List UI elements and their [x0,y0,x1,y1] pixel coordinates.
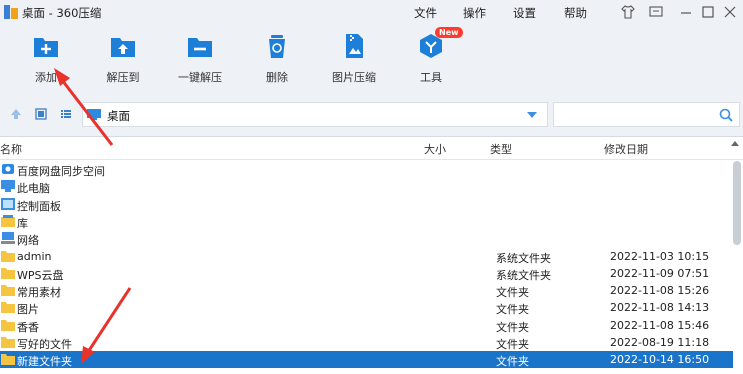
column-name[interactable]: 名称 [0,141,22,157]
menu-file[interactable]: 文件 [414,5,437,21]
file-name: 新建文件夹 [17,355,72,369]
folder-icon [1,250,15,262]
scrollbar-thumb[interactable] [733,161,741,245]
file-name: WPS云盘 [17,268,64,282]
file-row[interactable]: 库 [0,213,733,230]
file-type: 文件夹 [496,303,529,317]
folder-icon [1,267,15,279]
file-name: 此电脑 [17,182,50,196]
skin-shirt-icon[interactable] [620,4,636,20]
window-title: 桌面 - 360压缩 [22,6,102,20]
file-row[interactable]: 百度网盘同步空间 [0,161,733,178]
trash-icon [269,35,285,58]
file-name: 百度网盘同步空间 [17,165,105,178]
file-modified: 2022-08-19 11:18 [610,336,710,349]
search-icon[interactable] [719,108,733,122]
baidu-sync-icon [2,164,14,174]
file-type: 文件夹 [496,338,529,351]
file-row[interactable]: WPS云盘 系统文件夹 2022-11-09 07:51 [0,265,733,282]
path-combobox[interactable]: 桌面 [82,102,548,127]
computer-icon [1,180,15,193]
minimize-icon[interactable] [678,4,694,20]
folder-icon [1,354,15,366]
control-panel-icon [1,197,15,210]
column-size[interactable]: 大小 [424,141,446,157]
annotation-arrow-new-folder [81,287,132,364]
menu-settings[interactable]: 设置 [513,5,536,21]
title-bar: 桌面 - 360压缩 文件 操作 设置 帮助 [0,0,743,24]
file-type: 系统文件夹 [496,268,551,282]
tools-button[interactable]: New 工具 [401,27,463,85]
feedback-icon[interactable] [648,4,664,20]
delete-label: 删除 [266,71,288,84]
file-modified: 2022-11-03 10:15 [610,249,710,263]
folder-icon [1,302,15,314]
image-compress-button[interactable]: 图片压缩 [324,32,384,85]
close-icon[interactable] [722,4,738,20]
file-row[interactable]: admin 系统文件夹 2022-11-03 10:15 [0,248,733,265]
file-modified: 2022-11-08 15:26 [610,284,710,298]
menu-operate[interactable]: 操作 [463,5,486,21]
menu-help[interactable]: 帮助 [564,5,587,21]
column-type[interactable]: 类型 [490,141,512,157]
maximize-icon[interactable] [700,4,716,20]
file-name: 常用素材 [17,286,61,300]
file-name: 网络 [17,234,39,248]
delete-button[interactable]: 删除 [247,32,307,85]
file-name: 图片 [17,303,39,317]
file-type: 系统文件夹 [496,251,551,265]
image-compress-label: 图片压缩 [332,71,376,84]
library-icon [1,214,15,227]
file-name: 写好的文件 [17,338,72,351]
folder-icon [1,285,15,297]
scroll-up-icon[interactable] [731,141,739,146]
file-row[interactable]: 控制面板 [0,196,733,213]
one-click-extract-icon [188,38,212,57]
file-row[interactable]: 网络 [0,230,733,247]
file-modified: 2022-11-09 07:51 [610,266,710,280]
folder-icon [1,319,15,331]
search-input[interactable] [553,102,740,127]
file-modified: 2022-10-14 16:50 [610,353,710,367]
file-row[interactable]: 此电脑 [0,178,733,195]
tools-label: 工具 [420,71,442,84]
one-click-extract-button[interactable]: 一键解压 [170,32,230,85]
file-type: 文件夹 [496,355,529,369]
file-name: 库 [17,216,28,230]
network-icon [1,232,15,245]
annotation-arrow-add [54,68,114,146]
folder-icon [1,337,15,348]
dropdown-arrow-icon[interactable] [527,112,537,118]
file-name: 控制面板 [17,199,61,213]
new-badge: New [435,27,463,38]
file-modified: 2022-11-08 14:13 [610,301,710,315]
app-logo-icon [4,5,18,19]
image-compress-icon [346,34,363,58]
file-type: 文件夹 [496,286,529,300]
column-modified[interactable]: 修改日期 [604,141,648,157]
file-name: 香香 [17,320,39,334]
up-arrow-icon[interactable] [10,108,22,120]
file-modified: 2022-11-08 15:46 [610,318,710,332]
one-click-extract-label: 一键解压 [178,71,222,84]
file-type: 文件夹 [496,320,529,334]
file-name: admin [17,249,52,263]
